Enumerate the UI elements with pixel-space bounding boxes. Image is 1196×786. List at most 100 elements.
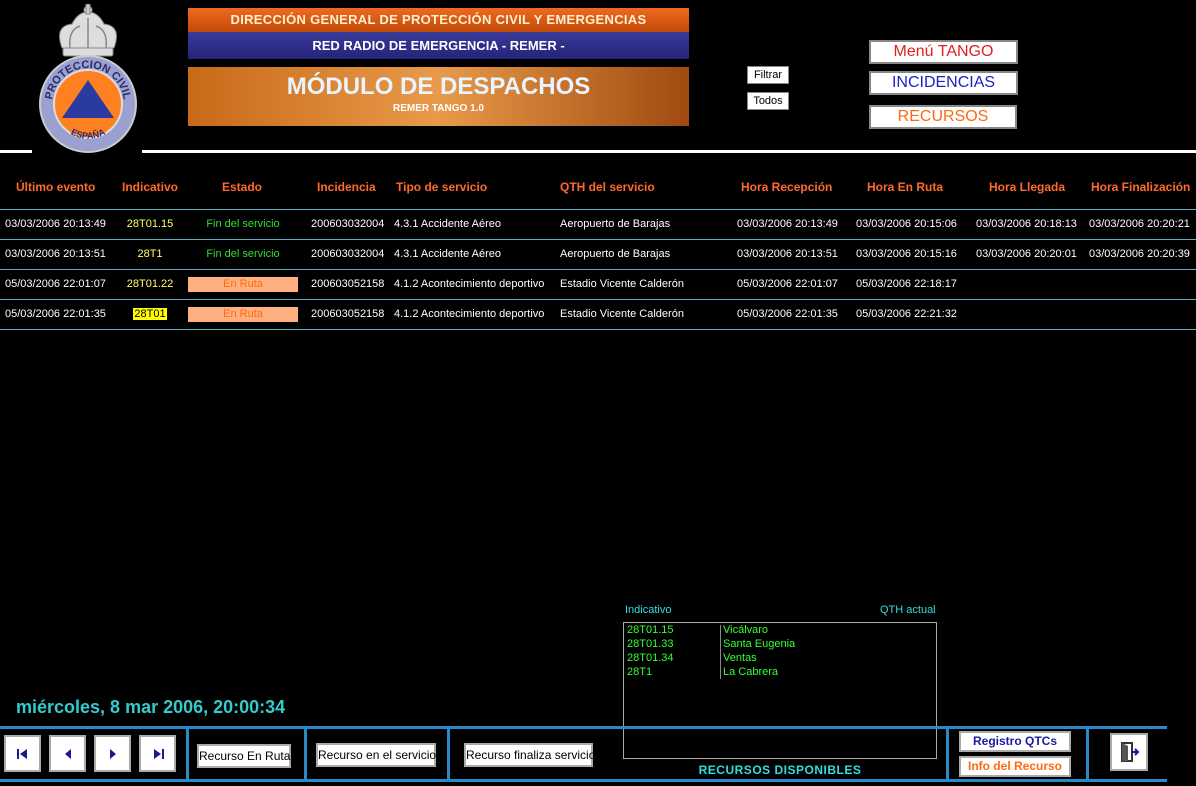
cell-incidencia: 200603052158 bbox=[311, 278, 385, 290]
table-row[interactable]: 03/03/2006 20:13:49 28T01.15 Fin del ser… bbox=[0, 209, 1196, 239]
cell-tipo-servicio: 4.3.1 Accidente Aéreo bbox=[394, 218, 502, 230]
col-hora-recepcion[interactable]: Hora Recepción bbox=[741, 180, 832, 194]
header-line-1: DIRECCIÓN GENERAL DE PROTECCIÓN CIVIL Y … bbox=[188, 8, 689, 32]
toolbar-top-border bbox=[0, 726, 1167, 729]
cell-tipo-servicio: 4.1.2 Acontecimiento deportivo bbox=[394, 278, 545, 290]
col-hora-finalizacion[interactable]: Hora Finalización bbox=[1091, 180, 1190, 194]
first-record-icon bbox=[16, 748, 27, 759]
cell-qth-servicio: Estadio Vicente Calderón bbox=[560, 308, 684, 320]
cell-hora-finalizacion: 03/03/2006 20:20:39 bbox=[1089, 248, 1190, 260]
indicativo-selected[interactable]: 28T01 bbox=[133, 308, 167, 320]
cell-tipo-servicio: 4.3.1 Accidente Aéreo bbox=[394, 248, 502, 260]
proteccion-civil-logo: PROTECCION CIVIL ESPAÑA bbox=[39, 4, 137, 153]
resource-indicativo: 28T01.15 bbox=[627, 624, 674, 636]
resources-col-qth: QTH actual bbox=[880, 604, 936, 616]
cell-estado: En Ruta bbox=[188, 307, 298, 322]
cell-incidencia: 200603032004 bbox=[311, 248, 385, 260]
cell-indicativo[interactable]: 28T01.15 bbox=[112, 218, 188, 230]
resource-indicativo: 28T01.33 bbox=[627, 638, 674, 650]
list-item[interactable]: 28T01.15 Vicálvaro bbox=[624, 624, 936, 638]
header-divider-left bbox=[0, 150, 32, 153]
cell-hora-llegada: 03/03/2006 20:18:13 bbox=[976, 218, 1077, 230]
recurso-en-servicio-button[interactable]: Recurso en el servicio bbox=[316, 743, 436, 767]
cell-hora-en-ruta: 03/03/2006 20:15:16 bbox=[856, 248, 957, 260]
cell-ultimo-evento: 03/03/2006 20:13:49 bbox=[5, 218, 106, 230]
cell-hora-en-ruta: 05/03/2006 22:21:32 bbox=[856, 308, 957, 320]
recursos-button[interactable]: RECURSOS bbox=[869, 105, 1017, 129]
toolbar-bottom-border bbox=[0, 779, 1167, 782]
list-item[interactable]: 28T01.34 Ventas bbox=[624, 652, 936, 666]
last-record-icon bbox=[153, 748, 164, 759]
cell-estado: Fin del servicio bbox=[206, 218, 280, 230]
info-recurso-button[interactable]: Info del Recurso bbox=[959, 756, 1071, 777]
filter-button[interactable]: Filtrar bbox=[747, 66, 789, 84]
cell-hora-en-ruta: 03/03/2006 20:15:06 bbox=[856, 218, 957, 230]
cell-incidencia: 200603032004 bbox=[311, 218, 385, 230]
prev-record-button[interactable] bbox=[49, 735, 86, 772]
first-record-button[interactable] bbox=[4, 735, 41, 772]
toolbar-divider bbox=[447, 726, 450, 782]
page-title: MÓDULO DE DESPACHOS bbox=[286, 73, 591, 100]
cell-hora-llegada: 03/03/2006 20:20:01 bbox=[976, 248, 1077, 260]
table-row[interactable]: 03/03/2006 20:13:51 28T1 Fin del servici… bbox=[0, 239, 1196, 269]
page-subtitle: REMER TANGO 1.0 bbox=[393, 103, 484, 114]
col-incidencia[interactable]: Incidencia bbox=[317, 180, 376, 194]
col-hora-en-ruta[interactable]: Hora En Ruta bbox=[867, 180, 943, 194]
cell-qth-servicio: Aeropuerto de Barajas bbox=[560, 218, 671, 230]
col-qth-servicio[interactable]: QTH del servicio bbox=[560, 180, 655, 194]
cell-indicativo[interactable]: 28T01.22 bbox=[112, 278, 188, 290]
next-record-button[interactable] bbox=[94, 735, 131, 772]
menu-tango-button[interactable]: Menú TANGO bbox=[869, 40, 1018, 64]
all-button[interactable]: Todos bbox=[747, 92, 789, 110]
toolbar-divider bbox=[186, 726, 189, 782]
col-ultimo-evento[interactable]: Último evento bbox=[16, 180, 95, 194]
resources-col-indicativo: Indicativo bbox=[625, 604, 672, 616]
cell-ultimo-evento: 05/03/2006 22:01:35 bbox=[5, 308, 106, 320]
resource-qth: La Cabrera bbox=[723, 666, 779, 678]
cell-indicativo[interactable]: 28T1 bbox=[112, 248, 188, 260]
resource-qth: Ventas bbox=[723, 652, 757, 664]
header-line-2: RED RADIO DE EMERGENCIA - REMER - bbox=[188, 32, 689, 59]
current-datetime: miércoles, 8 mar 2006, 20:00:34 bbox=[16, 697, 286, 717]
table-row[interactable]: 05/03/2006 22:01:07 28T01.22 En Ruta 200… bbox=[0, 269, 1196, 299]
registro-qtcs-button[interactable]: Registro QTCs bbox=[959, 731, 1071, 752]
recurso-finaliza-servicio-button[interactable]: Recurso finaliza servicio bbox=[464, 743, 595, 767]
col-indicativo[interactable]: Indicativo bbox=[122, 180, 178, 194]
list-item[interactable]: 28T1 La Cabrera bbox=[624, 666, 936, 680]
next-record-icon bbox=[109, 748, 116, 759]
toolbar-divider bbox=[946, 726, 949, 782]
cell-qth-servicio: Estadio Vicente Calderón bbox=[560, 278, 684, 290]
cell-hora-finalizacion: 03/03/2006 20:20:21 bbox=[1089, 218, 1190, 230]
exit-door-icon bbox=[1121, 742, 1140, 762]
prev-record-icon bbox=[64, 748, 71, 759]
cell-ultimo-evento: 05/03/2006 22:01:07 bbox=[5, 278, 106, 290]
cell-indicativo[interactable]: 28T01 bbox=[112, 308, 188, 320]
resource-indicativo: 28T01.34 bbox=[627, 652, 674, 664]
cell-tipo-servicio: 4.1.2 Acontecimiento deportivo bbox=[394, 308, 545, 320]
cell-estado: Fin del servicio bbox=[206, 248, 280, 260]
resource-indicativo: 28T1 bbox=[627, 666, 653, 678]
cell-hora-recepcion: 03/03/2006 20:13:51 bbox=[737, 248, 838, 260]
cell-estado: En Ruta bbox=[188, 277, 298, 292]
recurso-en-ruta-button[interactable]: Recurso En Ruta bbox=[197, 744, 291, 768]
resources-list[interactable]: 28T01.15 Vicálvaro 28T01.33 Santa Eugeni… bbox=[623, 622, 937, 759]
table-row[interactable]: 05/03/2006 22:01:35 28T01 En Ruta 200603… bbox=[0, 299, 1196, 330]
cell-hora-recepcion: 05/03/2006 22:01:35 bbox=[737, 308, 838, 320]
cell-hora-recepcion: 05/03/2006 22:01:07 bbox=[737, 278, 838, 290]
last-record-button[interactable] bbox=[139, 735, 176, 772]
col-estado[interactable]: Estado bbox=[222, 180, 262, 194]
list-item[interactable]: 28T01.33 Santa Eugenia bbox=[624, 638, 936, 652]
cell-qth-servicio: Aeropuerto de Barajas bbox=[560, 248, 671, 260]
cell-ultimo-evento: 03/03/2006 20:13:51 bbox=[5, 248, 106, 260]
col-hora-llegada[interactable]: Hora Llegada bbox=[989, 180, 1065, 194]
col-tipo-servicio[interactable]: Tipo de servicio bbox=[396, 180, 487, 194]
cell-hora-en-ruta: 05/03/2006 22:18:17 bbox=[856, 278, 957, 290]
resource-qth: Vicálvaro bbox=[723, 624, 769, 636]
module-title-banner: MÓDULO DE DESPACHOS REMER TANGO 1.0 bbox=[188, 67, 689, 126]
exit-button[interactable] bbox=[1110, 733, 1148, 771]
incidencias-button[interactable]: INCIDENCIAS bbox=[869, 71, 1018, 95]
table-header: Último evento Indicativo Estado Incidenc… bbox=[0, 180, 1196, 200]
resource-qth: Santa Eugenia bbox=[723, 638, 796, 650]
cell-incidencia: 200603052158 bbox=[311, 308, 385, 320]
resources-title: RECURSOS DISPONIBLES bbox=[698, 763, 862, 777]
